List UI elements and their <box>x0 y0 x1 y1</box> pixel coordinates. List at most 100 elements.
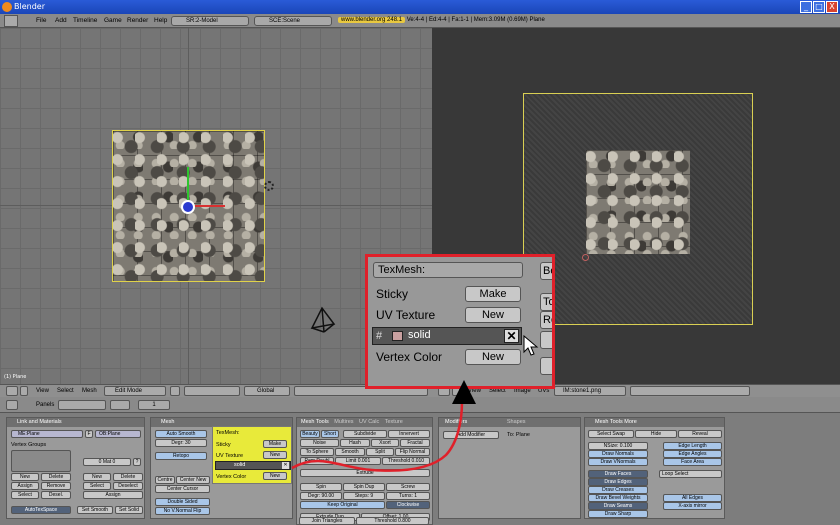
draw-creases-toggle[interactable]: Draw Creases <box>588 486 648 494</box>
hide-button[interactable]: Hide <box>635 430 677 438</box>
menu-select[interactable]: Select <box>57 385 74 397</box>
maximize-button[interactable]: □ <box>813 1 825 13</box>
vgroup-assign-button[interactable]: Assign <box>11 482 39 490</box>
material-delete-button[interactable]: Delete <box>113 473 143 481</box>
mesh-name-field[interactable]: ME:Plane <box>11 430 83 438</box>
sticky-make-button[interactable]: Make <box>263 440 287 448</box>
zoom-side-button-4[interactable] <box>540 331 552 349</box>
vgroup-remove-button[interactable]: Remove <box>41 482 71 490</box>
auto-smooth-degree[interactable]: Degr: 30 <box>155 439 207 447</box>
fractal-button[interactable]: Fractal <box>400 439 430 447</box>
beauty-toggle[interactable]: Beauty <box>300 430 320 438</box>
noise-button[interactable]: Noise <box>300 439 339 447</box>
subdivide-button[interactable]: Subdivide <box>343 430 387 438</box>
split-button[interactable]: Split <box>366 448 394 456</box>
object-name-field[interactable]: OB:Plane <box>95 430 141 438</box>
menu-mesh[interactable]: Mesh <box>82 385 97 397</box>
uv-layer-delete-icon[interactable]: ✕ <box>282 462 289 469</box>
minimize-button[interactable]: _ <box>800 1 812 13</box>
limit-field[interactable]: Limit 0.001 <box>335 457 381 465</box>
tab-modifiers[interactable]: Modifiers <box>445 419 467 425</box>
menu-help[interactable]: Help <box>154 14 167 28</box>
degree-field[interactable]: Degr: 90.00 <box>300 492 342 500</box>
context-buttons[interactable] <box>58 400 106 410</box>
zoom-uv-layer-name[interactable]: solid <box>408 329 431 341</box>
render-toggle-icon[interactable] <box>392 331 403 341</box>
vertex-color-new-button[interactable]: New <box>263 472 287 480</box>
material-select-button[interactable]: Select <box>83 482 111 490</box>
uv-header-tools[interactable] <box>630 386 750 396</box>
x-axis-mirror-toggle[interactable]: X-axis mirror <box>663 502 722 510</box>
double-sided-toggle[interactable]: Double Sided <box>155 498 210 506</box>
spin-dup-button[interactable]: Spin Dup <box>343 483 385 491</box>
center-cursor-button[interactable]: Center Cursor <box>155 485 210 493</box>
edge-angles-toggle[interactable]: Edge Angles <box>663 450 722 458</box>
select-swap-button[interactable]: Select Swap <box>588 430 634 438</box>
draw-faces-toggle[interactable]: Draw Faces <box>588 470 648 478</box>
zoom-side-button-1[interactable]: Be <box>540 262 552 280</box>
draw-bevel-weights-toggle[interactable]: Draw Bevel Weights <box>588 494 648 502</box>
zoom-side-button-3[interactable]: Re <box>540 311 552 329</box>
join-triangles-button[interactable]: Join Triangles <box>299 517 355 525</box>
menu-timeline[interactable]: Timeline <box>73 14 97 28</box>
flip-normal-button[interactable]: Flip Normal <box>395 448 430 456</box>
draw-type-icon[interactable] <box>170 386 180 396</box>
lamp-icon[interactable] <box>264 181 274 191</box>
uv-layer-row[interactable]: solid ✕ <box>215 461 291 470</box>
vgroup-delete-button[interactable]: Delete <box>41 473 71 481</box>
hash-button[interactable]: Hash <box>340 439 370 447</box>
retopo-toggle[interactable]: Retopo <box>155 452 207 460</box>
material-assign-button[interactable]: Assign <box>83 491 143 499</box>
set-smooth-button[interactable]: Set Smooth <box>77 506 113 514</box>
zoom-new-button[interactable]: New <box>465 307 521 323</box>
tab-mesh-tools[interactable]: Mesh Tools <box>301 419 329 425</box>
zoom-make-button[interactable]: Make <box>465 286 521 302</box>
mode-selector[interactable]: Edit Mode <box>104 386 166 396</box>
buttons-editor-type-icon[interactable] <box>6 400 18 410</box>
panels-menu[interactable]: Panels <box>36 397 54 413</box>
screw-button[interactable]: Screw <box>386 483 430 491</box>
innervert-button[interactable]: Innervert <box>388 430 430 438</box>
edge-length-toggle[interactable]: Edge Length <box>663 442 722 450</box>
autotexspace-toggle[interactable]: AutoTexSpace <box>11 506 71 514</box>
menu-game[interactable]: Game <box>104 14 122 28</box>
tab-multires[interactable]: Multires <box>334 419 353 425</box>
centre-button[interactable]: Centre <box>155 476 175 484</box>
menu-file[interactable]: File <box>36 14 46 28</box>
menu-add[interactable]: Add <box>55 14 67 28</box>
camera-icon[interactable] <box>308 306 338 336</box>
uv-layer-name[interactable]: solid <box>234 462 245 468</box>
material-new-button[interactable]: New <box>83 473 111 481</box>
auto-smooth-toggle[interactable]: Auto Smooth <box>155 430 207 438</box>
steps-field[interactable]: Steps: 9 <box>343 492 385 500</box>
material-deselect-button[interactable]: Deselect <box>113 482 143 490</box>
vgroup-select-button[interactable]: Select <box>11 491 39 499</box>
zoom-side-button-2[interactable]: To <box>540 293 552 311</box>
set-solid-button[interactable]: Set Solid <box>115 506 143 514</box>
orientation-selector[interactable]: Global <box>244 386 290 396</box>
short-toggle[interactable]: Short <box>321 430 339 438</box>
collapse-icon[interactable] <box>20 386 28 396</box>
zoom-uv-layer-row[interactable]: # solid ✕ <box>372 327 522 345</box>
tab-shapes[interactable]: Shapes <box>507 419 526 425</box>
view-toggles[interactable] <box>184 386 240 396</box>
subcontext-buttons[interactable] <box>110 400 130 410</box>
turns-field[interactable]: Turns: 1 <box>386 492 430 500</box>
extrude-button[interactable]: Extrude <box>300 469 430 477</box>
draw-edges-toggle[interactable]: Draw Edges <box>588 478 648 486</box>
zoom-new-button-2[interactable]: New <box>465 349 521 365</box>
face-area-toggle[interactable]: Face Area <box>663 458 722 466</box>
image-selector[interactable]: IM:stone1.png <box>554 386 626 396</box>
tab-uv-calc[interactable]: UV Calc <box>359 419 379 425</box>
drag-handle-icon[interactable]: # <box>376 330 382 342</box>
close-button[interactable]: X <box>826 1 838 13</box>
draw-vnormals-toggle[interactable]: Draw VNormals <box>588 458 648 466</box>
draw-seams-toggle[interactable]: Draw Seams <box>588 502 648 510</box>
uv-texture-new-button[interactable]: New <box>263 451 287 459</box>
scene-selector[interactable]: SCE:Scene <box>254 16 332 26</box>
add-modifier-menu[interactable]: Add Modifier <box>443 431 499 439</box>
screen-selector[interactable]: SR:2-Model <box>171 16 249 26</box>
rem-doubles-button[interactable]: Rem Doubl <box>300 457 334 465</box>
draw-sharp-toggle[interactable]: Draw Sharp <box>588 510 648 518</box>
frame-counter[interactable]: 1 <box>138 400 170 410</box>
